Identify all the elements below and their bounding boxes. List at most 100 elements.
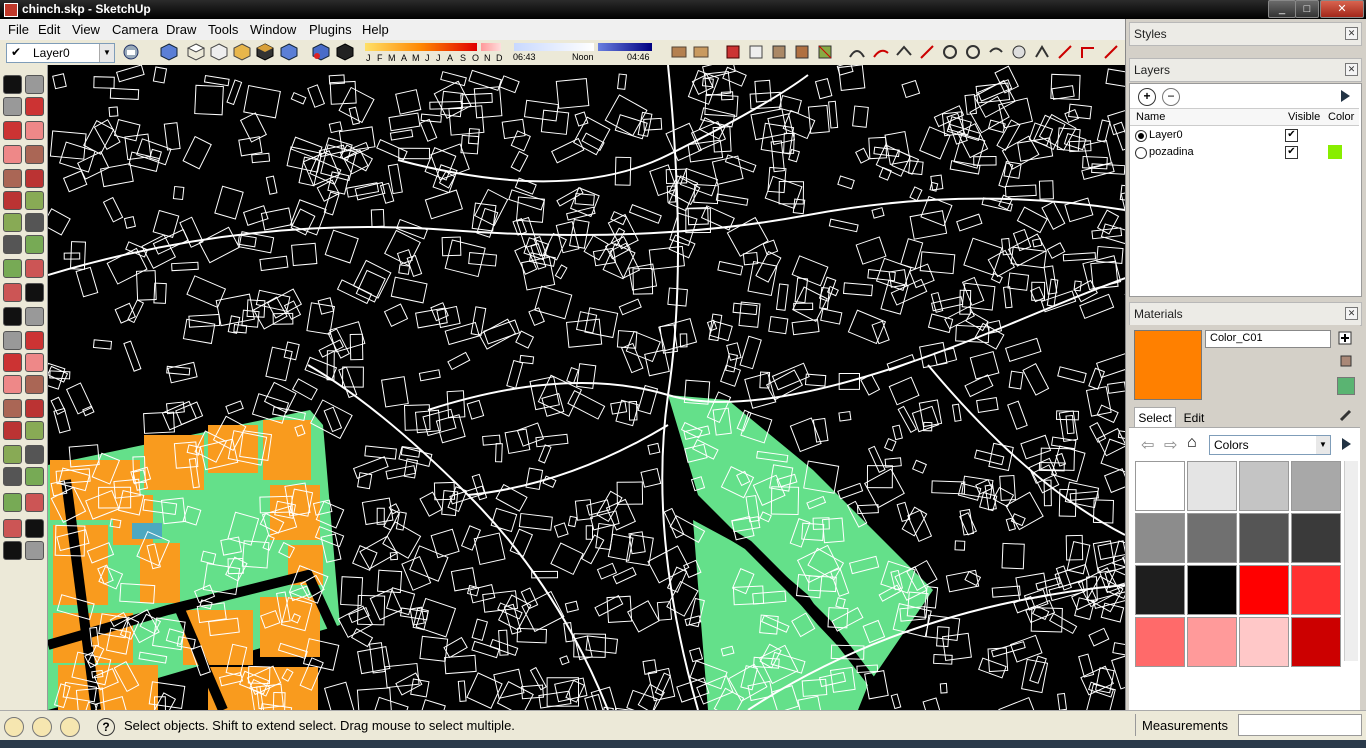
join-icon[interactable]: [1056, 43, 1074, 61]
color-swatch[interactable]: [1239, 513, 1289, 563]
sandbox-scratch-icon[interactable]: [872, 43, 890, 61]
line-icon[interactable]: [25, 121, 44, 140]
freehand-icon[interactable]: [25, 169, 44, 188]
add-layer-button[interactable]: +: [1138, 88, 1156, 106]
push-pull-icon[interactable]: [25, 191, 44, 210]
visible-checkbox[interactable]: ✔: [1285, 129, 1298, 142]
styles-panel-header[interactable]: Styles ✕: [1129, 22, 1362, 46]
dimension-icon[interactable]: [25, 259, 44, 278]
layer-manager-icon[interactable]: [122, 43, 140, 61]
menu-draw[interactable]: Draw: [166, 22, 196, 37]
measurements-field[interactable]: [1238, 714, 1362, 736]
menu-edit[interactable]: Edit: [38, 22, 60, 37]
home-icon[interactable]: [3, 493, 22, 512]
color-swatch[interactable]: [1291, 513, 1341, 563]
close-icon[interactable]: ✕: [1345, 63, 1358, 76]
scale-icon[interactable]: [3, 235, 22, 254]
left-view-icon[interactable]: [280, 43, 298, 61]
text-icon[interactable]: [25, 283, 44, 302]
license-icon[interactable]: [60, 717, 80, 737]
help-icon[interactable]: ?: [97, 718, 115, 736]
color-swatch[interactable]: [1135, 461, 1185, 511]
rotate-2-icon[interactable]: [3, 541, 22, 560]
move-icon[interactable]: [3, 191, 22, 210]
color-swatch[interactable]: [1187, 565, 1237, 615]
section-plane-icon[interactable]: [670, 43, 688, 61]
color-swatch[interactable]: [1291, 617, 1341, 667]
front-view-icon[interactable]: [210, 43, 228, 61]
offset-icon[interactable]: [25, 235, 44, 254]
details-arrow-icon[interactable]: [1337, 88, 1353, 104]
layer-row[interactable]: Layer0 ✔: [1135, 128, 1355, 144]
material-name-field[interactable]: Color_C01: [1205, 330, 1331, 348]
eyedropper-icon[interactable]: [1338, 407, 1354, 423]
terrain-icon[interactable]: [1010, 43, 1028, 61]
home-icon[interactable]: ⌂: [1187, 434, 1197, 452]
library-dropdown[interactable]: Colors ▼: [1209, 435, 1331, 455]
trim-icon[interactable]: [1102, 43, 1120, 61]
tab-edit[interactable]: Edit: [1177, 409, 1211, 427]
interact-icon[interactable]: [3, 445, 22, 464]
material-preview[interactable]: [1134, 330, 1202, 400]
3d-text-icon[interactable]: [25, 307, 44, 326]
credits-icon[interactable]: [32, 717, 52, 737]
color-swatch[interactable]: [1239, 617, 1289, 667]
sandbox-contours-icon[interactable]: [848, 43, 866, 61]
stamp-icon[interactable]: [918, 43, 936, 61]
arc-icon[interactable]: [25, 145, 44, 164]
follow-me-icon[interactable]: [25, 213, 44, 232]
push-pull-2-icon[interactable]: [25, 519, 44, 538]
previous-icon[interactable]: [25, 375, 44, 394]
color-swatch[interactable]: [1187, 617, 1237, 667]
top-view-icon[interactable]: [187, 43, 205, 61]
default-material-swatch[interactable]: [1337, 377, 1355, 395]
wireframe-icon[interactable]: [770, 43, 788, 61]
flip-edge-icon[interactable]: [987, 43, 1005, 61]
color-swatch[interactable]: [1135, 565, 1185, 615]
component-icon[interactable]: [25, 75, 44, 94]
select-icon[interactable]: [3, 75, 22, 94]
close-icon[interactable]: ✕: [1345, 27, 1358, 40]
minimize-button[interactable]: _: [1268, 0, 1296, 18]
geo-location-icon[interactable]: [4, 717, 24, 737]
shaded-icon[interactable]: [793, 43, 811, 61]
position-camera-icon[interactable]: [3, 421, 22, 440]
color-swatch[interactable]: [1291, 461, 1341, 511]
remove-layer-button[interactable]: −: [1162, 88, 1180, 106]
layer-dropdown[interactable]: ✔ Layer0 ▼: [6, 43, 115, 63]
color-swatch[interactable]: [1187, 461, 1237, 511]
color-swatch[interactable]: [1239, 565, 1289, 615]
xray-icon[interactable]: [747, 43, 765, 61]
forward-arrow-icon[interactable]: ⇨: [1164, 435, 1177, 455]
shadow-toggle-icon[interactable]: [312, 43, 330, 61]
drape-icon[interactable]: [941, 43, 959, 61]
color-swatch[interactable]: [1239, 461, 1289, 511]
shadow-month-slider[interactable]: [365, 43, 477, 51]
sandbox-icon[interactable]: [25, 445, 44, 464]
warehouse-icon[interactable]: [3, 467, 22, 486]
move-2-icon[interactable]: [3, 519, 22, 538]
eraser-icon[interactable]: [25, 97, 44, 116]
tab-select[interactable]: Select: [1134, 407, 1176, 428]
orbit-icon[interactable]: [3, 331, 22, 350]
fog-icon[interactable]: [336, 43, 354, 61]
follow-me-2-icon[interactable]: [25, 541, 44, 560]
layer-color-swatch[interactable]: [1328, 145, 1342, 159]
right-view-icon[interactable]: [233, 43, 251, 61]
chevron-down-icon[interactable]: ▼: [99, 44, 114, 62]
menu-plugins[interactable]: Plugins: [309, 22, 352, 37]
section-display-icon[interactable]: [692, 43, 710, 61]
polygon-icon[interactable]: [3, 169, 22, 188]
maximize-button[interactable]: □: [1295, 0, 1319, 18]
color-swatch[interactable]: [1187, 513, 1237, 563]
look-around-icon[interactable]: [25, 399, 44, 418]
active-layer-radio[interactable]: [1135, 130, 1147, 142]
fillet-icon[interactable]: [1079, 43, 1097, 61]
active-layer-radio[interactable]: [1135, 147, 1147, 159]
section-plane-icon[interactable]: [25, 421, 44, 440]
drawing-canvas[interactable]: [48, 65, 1125, 710]
menu-tools[interactable]: Tools: [208, 22, 238, 37]
extrude-icon[interactable]: [1033, 43, 1051, 61]
color-swatch[interactable]: [1135, 617, 1185, 667]
close-button[interactable]: ✕: [1320, 0, 1364, 18]
